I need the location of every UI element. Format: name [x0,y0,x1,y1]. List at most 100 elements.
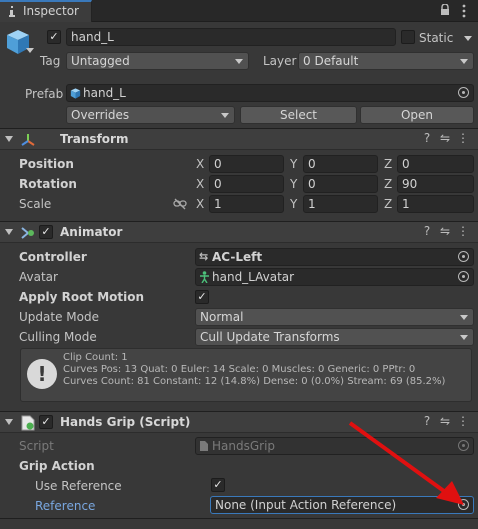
foldout-arrow-icon[interactable] [5,419,13,425]
tag-dropdown[interactable]: Untagged [66,52,249,70]
rotation-label: Rotation [19,177,77,191]
object-picker-icon[interactable] [458,271,469,282]
position-y-field[interactable]: 0 [303,155,378,173]
inspector-tabbar: Inspector [0,0,478,22]
apply-root-motion-label: Apply Root Motion [19,290,145,304]
axis-x-label[interactable]: X [196,156,204,172]
scale-y-field[interactable]: 1 [303,195,378,213]
position-label: Position [19,157,74,171]
static-dropdown-arrow[interactable] [464,36,472,41]
help-icon[interactable]: ? [418,131,436,145]
component-header-icons: ? ⇋ ⋮ [418,224,472,238]
overrides-value: Overrides [71,108,130,122]
bottom-separator [0,518,478,519]
position-x-field[interactable]: 0 [209,155,284,173]
script-value: HandsGrip [212,439,276,453]
info-icon [9,6,15,17]
tag-value: Untagged [71,54,130,68]
position-z-field[interactable]: 0 [397,155,474,173]
animator-enabled-checkbox[interactable]: ✓ [39,225,53,239]
script-label: Script [19,439,54,453]
apply-root-motion-checkbox[interactable]: ✓ [195,290,209,304]
transform-header[interactable]: Transform ? ⇋ ⋮ [0,128,478,150]
scale-x-field[interactable]: 1 [209,195,284,213]
preset-sliders-icon[interactable]: ⇋ [436,131,454,145]
foldout-arrow-icon[interactable] [5,136,13,142]
culling-mode-value: Cull Update Transforms [200,330,340,344]
layer-value: 0 Default [303,54,359,68]
kebab-menu-icon[interactable]: ⋮ [454,224,472,238]
animator-info-text: Clip Count: 1 Curves Pos: 13 Quat: 0 Eul… [63,352,445,388]
culling-mode-label: Culling Mode [19,330,97,344]
animator-header[interactable]: ✓ Animator ? ⇋ ⋮ [0,221,478,243]
object-name-field[interactable]: hand_L [66,28,396,46]
gameobject-icon-dropdown[interactable] [26,48,34,53]
chevron-down-icon [460,315,468,320]
prefab-label: Prefab [25,87,64,101]
kebab-menu-icon[interactable]: ⋮ [454,131,472,145]
active-checkbox[interactable]: ✓ [47,30,61,44]
select-button[interactable]: Select [240,106,357,124]
script-file-icon [200,441,208,451]
use-reference-checkbox[interactable]: ✓ [211,478,225,492]
prefab-value: hand_L [83,86,126,100]
help-icon[interactable]: ? [418,224,436,238]
clip-count-line: Clip Count: 1 [63,352,128,363]
update-mode-label: Update Mode [19,310,99,324]
info-exclamation-icon: ! [27,359,57,389]
foldout-arrow-icon[interactable] [5,229,13,235]
axis-z-label[interactable]: Z [384,156,392,172]
axis-y-label[interactable]: Y [290,196,297,212]
axis-z-label[interactable]: Z [384,196,392,212]
chevron-down-icon [221,113,229,118]
prefab-cube-icon [70,88,81,99]
rotation-z-field[interactable]: 90 [397,175,474,193]
chevron-down-icon [460,59,468,64]
rotation-x-field[interactable]: 0 [209,175,284,193]
static-label: Static [419,31,454,45]
controller-field[interactable]: ⇆ AC-Left [195,248,474,266]
scale-z-field[interactable]: 1 [397,195,474,213]
component-header-icons: ? ⇋ ⋮ [418,131,472,145]
red-annotation-arrow [348,421,464,505]
overrides-dropdown[interactable]: Overrides [66,106,235,124]
preset-sliders-icon[interactable]: ⇋ [436,224,454,238]
object-picker-icon[interactable] [458,87,469,98]
rotation-y-field[interactable]: 0 [303,175,378,193]
avatar-label: Avatar [19,270,58,284]
axis-x-label[interactable]: X [196,196,204,212]
constrain-proportions-link-icon[interactable] [173,198,187,210]
reference-label: Reference [35,499,96,513]
tag-label: Tag [40,54,61,68]
culling-mode-dropdown[interactable]: Cull Update Transforms [195,328,474,346]
animator-controller-icon: ⇆ [199,250,209,263]
hands-grip-enabled-checkbox[interactable]: ✓ [39,415,53,429]
layer-dropdown[interactable]: 0 Default [298,52,474,70]
kebab-menu-icon[interactable] [462,4,466,18]
animator-title: Animator [60,225,123,239]
axis-z-label[interactable]: Z [384,176,392,192]
static-checkbox[interactable] [401,30,415,44]
avatar-field[interactable]: hand_LAvatar [195,268,474,286]
curves-count-line: Curves Count: 81 Constant: 12 (14.8%) De… [63,376,446,387]
layer-label: Layer [263,54,297,68]
open-button[interactable]: Open [360,106,474,124]
scale-label: Scale [19,197,52,211]
axis-x-label[interactable]: X [196,176,204,192]
controller-label: Controller [19,250,87,264]
tab-inspector[interactable]: Inspector [0,0,92,22]
avatar-value: hand_LAvatar [212,270,295,284]
chevron-down-icon [460,335,468,340]
transform-title: Transform [60,132,129,146]
chevron-down-icon [235,59,243,64]
controller-value: AC-Left [212,250,263,264]
animator-icon [21,227,34,239]
object-picker-icon[interactable] [458,251,469,262]
lock-icon[interactable] [440,4,450,16]
grip-action-label: Grip Action [19,459,95,473]
axis-y-label[interactable]: Y [290,176,297,192]
update-mode-dropdown[interactable]: Normal [195,308,474,326]
axis-y-label[interactable]: Y [290,156,297,172]
prefab-field[interactable]: hand_L [66,84,474,102]
animator-info-box: ! Clip Count: 1 Curves Pos: 13 Quat: 0 E… [20,348,472,402]
